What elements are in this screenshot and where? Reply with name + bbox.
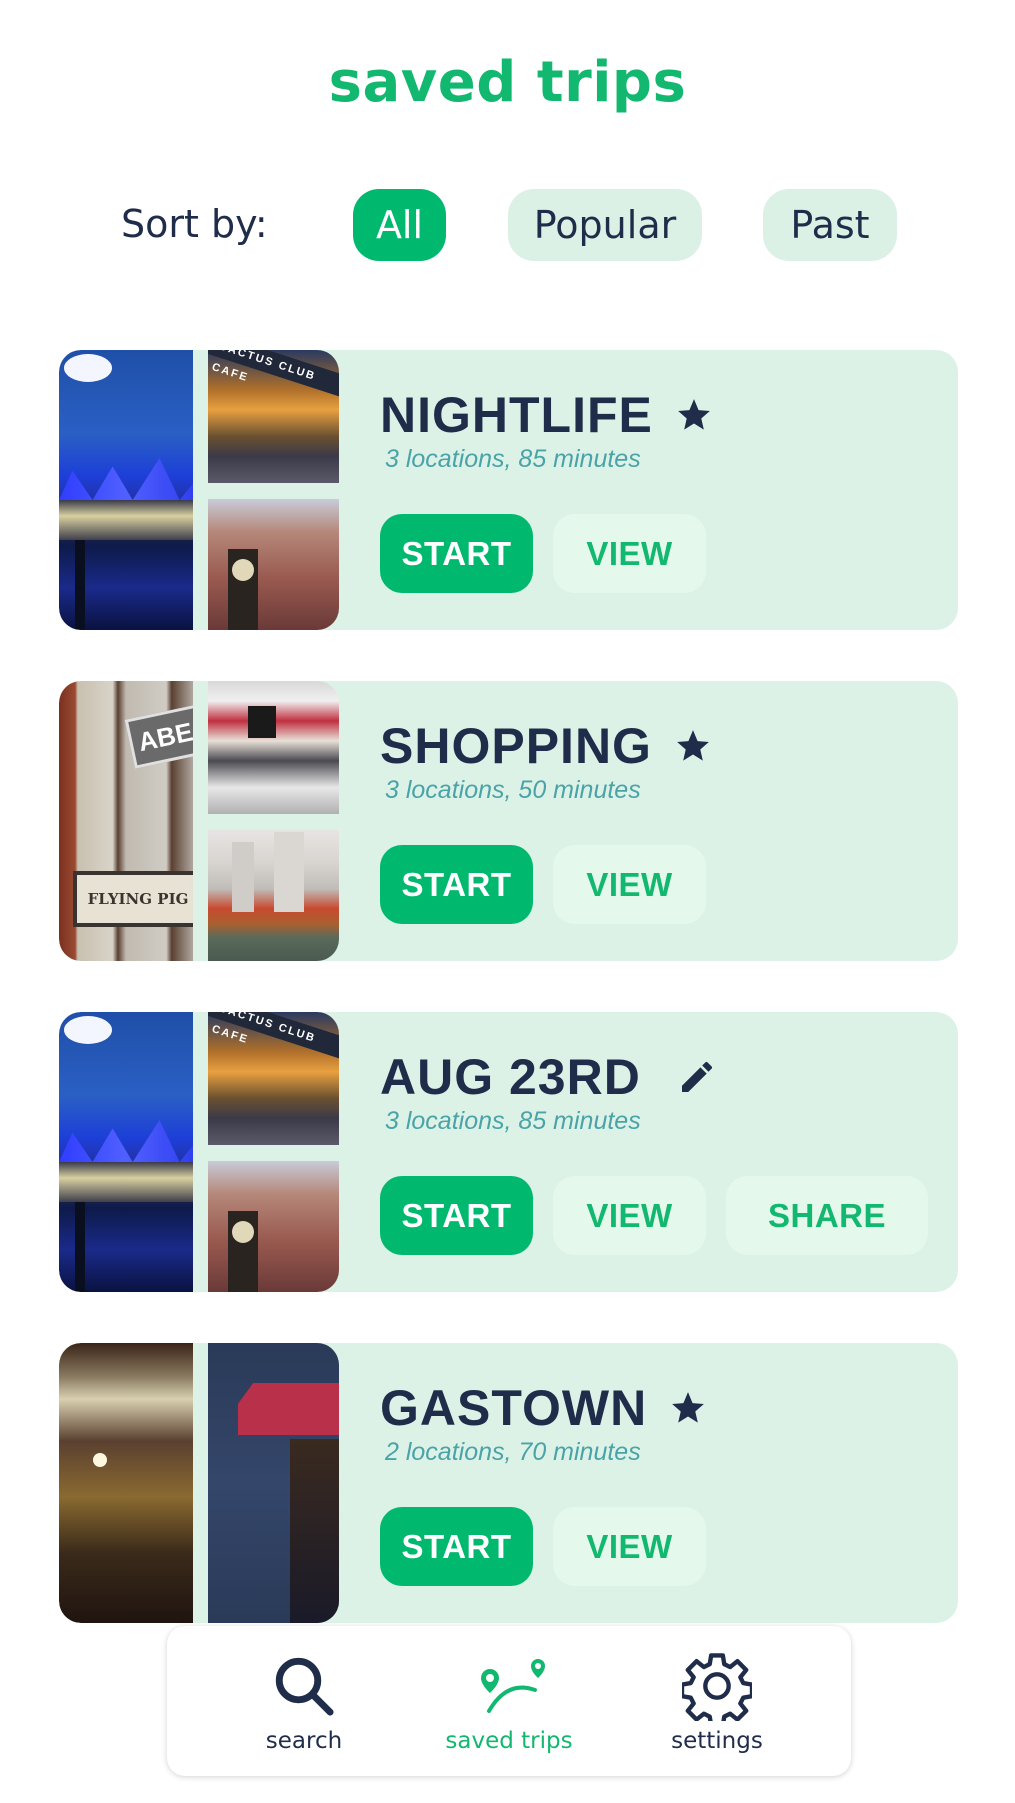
- share-button[interactable]: SHARE: [726, 1176, 928, 1255]
- trip-photo-cactus-club: CACTUS CLUB CAFE: [208, 1012, 339, 1145]
- search-icon: [271, 1650, 337, 1722]
- star-icon[interactable]: [675, 396, 713, 434]
- bottom-nav: search saved trips settings: [167, 1626, 851, 1776]
- trip-photo-canada-place: [59, 1012, 193, 1292]
- star-icon[interactable]: [674, 727, 712, 765]
- nav-item-settings[interactable]: settings: [617, 1626, 817, 1776]
- trip-photo-angel-awning: [208, 1343, 339, 1623]
- trip-subtitle: 2 locations, 70 minutes: [385, 1438, 641, 1466]
- trip-card-gastown: GASTOWN 2 locations, 70 minutes START VI…: [59, 1343, 958, 1623]
- sort-all-button[interactable]: All: [353, 189, 446, 261]
- flying-pig-sign: FLYING PIG: [73, 871, 193, 927]
- route-pins-icon: [469, 1650, 549, 1722]
- trip-photo-old-spaghetti-factory: [59, 1343, 193, 1623]
- trip-photo-canada-place: [59, 350, 193, 630]
- trip-title-text: GASTOWN: [380, 1380, 648, 1436]
- abe-sign: ABE: [124, 703, 193, 769]
- view-button[interactable]: VIEW: [553, 514, 706, 593]
- nav-item-saved-trips[interactable]: saved trips: [409, 1626, 609, 1776]
- nav-label: settings: [671, 1728, 763, 1754]
- pencil-icon[interactable]: [677, 1057, 717, 1097]
- trip-photo-steam-clock: [208, 1161, 339, 1292]
- trip-photo-miniso: [208, 681, 339, 814]
- start-button[interactable]: START: [380, 1507, 533, 1586]
- view-button[interactable]: VIEW: [553, 1507, 706, 1586]
- gear-icon: [682, 1650, 752, 1722]
- trip-title-text: NIGHTLIFE: [380, 387, 653, 443]
- angel-awning-shape: [238, 1383, 339, 1435]
- trip-title: AUG 23RD: [380, 1048, 717, 1106]
- sort-popular-button[interactable]: Popular: [508, 189, 702, 261]
- trip-card-nightlife: CACTUS CLUB CAFE NIGHTLIFE 3 locations, …: [59, 350, 958, 630]
- start-button[interactable]: START: [380, 845, 533, 924]
- star-icon[interactable]: [669, 1389, 707, 1427]
- view-button[interactable]: VIEW: [553, 1176, 706, 1255]
- trip-card-shopping: ABE FLYING PIG SHOPPING 3 locations, 50 …: [59, 681, 958, 961]
- moon-shape: [64, 354, 112, 382]
- nav-label: search: [265, 1728, 343, 1754]
- trip-photo-park: [208, 830, 339, 961]
- page-title: saved trips: [328, 50, 687, 115]
- trip-title: NIGHTLIFE: [380, 386, 713, 444]
- nav-label: saved trips: [445, 1728, 573, 1754]
- sails-shape: [59, 458, 193, 500]
- cactus-club-sign: CACTUS CLUB CAFE: [208, 1012, 339, 1063]
- trip-title: GASTOWN: [380, 1379, 707, 1437]
- sails-shape: [59, 1120, 193, 1162]
- trip-photo-flying-pig: ABE FLYING PIG: [59, 681, 193, 961]
- sort-past-button[interactable]: Past: [763, 189, 897, 261]
- trip-title-text: SHOPPING: [380, 718, 652, 774]
- trip-subtitle: 3 locations, 85 minutes: [385, 1107, 641, 1135]
- moon-shape: [64, 1016, 112, 1044]
- trip-subtitle: 3 locations, 85 minutes: [385, 445, 641, 473]
- start-button[interactable]: START: [380, 1176, 533, 1255]
- trip-photo-steam-clock: [208, 499, 339, 630]
- trip-subtitle: 3 locations, 50 minutes: [385, 776, 641, 804]
- nav-item-search[interactable]: search: [204, 1626, 404, 1776]
- sort-label: Sort by:: [121, 202, 268, 246]
- trip-card-aug-23rd: CACTUS CLUB CAFE AUG 23RD 3 locations, 8…: [59, 1012, 958, 1292]
- view-button[interactable]: VIEW: [553, 845, 706, 924]
- trip-title: SHOPPING: [380, 717, 712, 775]
- trip-title-text: AUG 23RD: [380, 1049, 641, 1105]
- cactus-club-sign: CACTUS CLUB CAFE: [208, 350, 339, 401]
- start-button[interactable]: START: [380, 514, 533, 593]
- trip-photo-cactus-club: CACTUS CLUB CAFE: [208, 350, 339, 483]
